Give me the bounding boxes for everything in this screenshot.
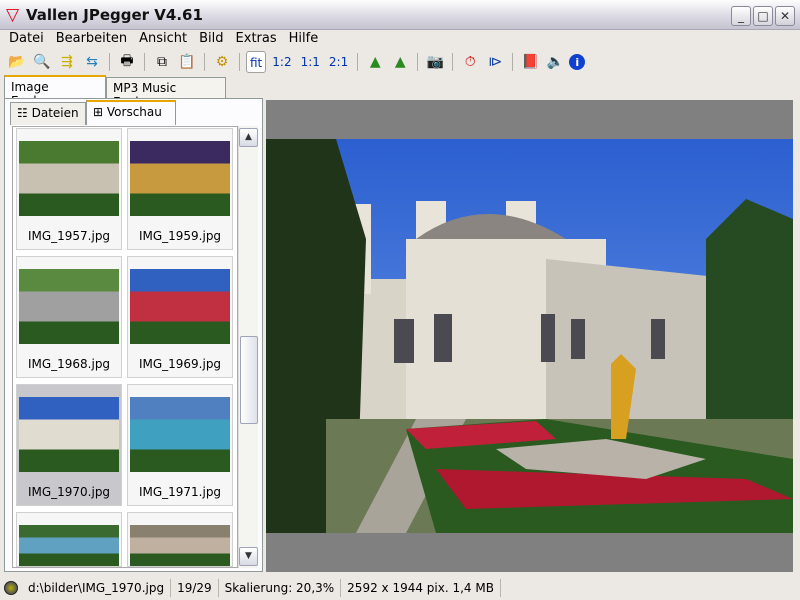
menu-ansicht[interactable]: Ansicht xyxy=(133,30,193,49)
thumbnail-image xyxy=(19,269,119,344)
separator xyxy=(109,53,110,71)
scroll-up-button[interactable]: ▲ xyxy=(239,128,258,147)
thumbnail-item[interactable]: IMG_1970.jpg xyxy=(16,384,122,506)
search-image-icon[interactable]: 🔍 xyxy=(31,51,53,73)
app-icon: ▽ xyxy=(6,5,20,25)
list-icon: ☷ xyxy=(17,106,28,120)
thumbnail-item[interactable]: IMG_1969.jpg xyxy=(127,256,233,378)
copy-icon[interactable]: ⧉ xyxy=(151,51,173,73)
thumbnail-item[interactable]: IMG_1971.jpg xyxy=(127,384,233,506)
thumbnail-image xyxy=(130,141,230,216)
thumbnail-image xyxy=(19,141,119,216)
thumbnail-scrollbar[interactable]: ▲ ▼ xyxy=(238,126,258,568)
separator xyxy=(357,53,359,71)
thumbnail-image xyxy=(130,525,230,566)
timer-icon[interactable]: ⏱ xyxy=(459,51,481,73)
thumbnail-label: IMG_1971.jpg xyxy=(138,485,222,499)
tab-mp3-music-explorer[interactable]: MP3 Music Explorer xyxy=(106,77,226,109)
thumbnail-label: IMG_1968.jpg xyxy=(27,357,111,371)
tab-dateien[interactable]: ☷ Dateien xyxy=(10,102,86,125)
toolbar: 📂 🔍 ⇶ ⇆ 🖶 ⧉ 📋 ⚙ fit 1:2 1:1 2:1 ▲ ▲ 📷 ⏱ … xyxy=(0,50,800,74)
menu-extras[interactable]: Extras xyxy=(230,30,283,49)
info-icon[interactable]: i xyxy=(569,54,586,70)
settings-icon[interactable]: ⚙ xyxy=(211,51,233,73)
close-button[interactable]: ✕ xyxy=(775,6,795,26)
thumbnail-label: IMG_1970.jpg xyxy=(27,485,111,499)
tab-vorschau[interactable]: ⊞ Vorschau xyxy=(86,100,176,125)
thumbnail-item[interactable] xyxy=(16,512,122,567)
separator xyxy=(204,53,205,71)
status-bar: d:\bilder\IMG_1970.jpg 19/29 Skalierung:… xyxy=(0,576,800,600)
separator xyxy=(144,53,145,71)
thumbnail-image xyxy=(130,397,230,472)
status-scale: Skalierung: 20,3% xyxy=(219,579,342,597)
batch-convert-icon[interactable]: ⇆ xyxy=(81,51,103,73)
slideshow-icon[interactable]: ⧐ xyxy=(484,51,506,73)
window-title: Vallen JPegger V4.61 xyxy=(26,6,203,24)
separator xyxy=(417,53,419,71)
scroll-thumb[interactable] xyxy=(240,336,258,424)
rotate-right-icon[interactable]: ▲ xyxy=(389,51,411,73)
thumbnail-item[interactable]: IMG_1968.jpg xyxy=(16,256,122,378)
book-icon[interactable]: 📕 xyxy=(519,51,541,73)
maximize-button[interactable]: □ xyxy=(753,6,773,26)
thumbnail-grid: IMG_1957.jpg IMG_1959.jpg IMG_1968.jpg IMG_… xyxy=(12,126,238,568)
camera-icon[interactable]: 📷 xyxy=(424,51,446,73)
thumbnail-image xyxy=(19,525,119,566)
minimize-button[interactable]: _ xyxy=(731,6,751,26)
separator xyxy=(512,53,514,71)
status-led-icon xyxy=(4,581,18,595)
zoom-1-2-button[interactable]: 1:2 xyxy=(269,51,294,73)
tab-image-explorer[interactable]: Image Explorer xyxy=(4,75,106,108)
zoom-2-1-button[interactable]: 2:1 xyxy=(326,51,351,73)
thumbnail-item[interactable]: IMG_1957.jpg xyxy=(16,128,122,250)
separator xyxy=(239,53,240,71)
separator xyxy=(452,53,454,71)
menu-bild[interactable]: Bild xyxy=(193,30,229,49)
title-bar: ▽ Vallen JPegger V4.61 _ □ ✕ xyxy=(0,0,800,30)
status-path: d:\bilder\IMG_1970.jpg xyxy=(22,579,172,597)
menu-hilfe[interactable]: Hilfe xyxy=(283,30,325,49)
thumbnail-image xyxy=(130,269,230,344)
thumbnail-label: IMG_1969.jpg xyxy=(138,357,222,371)
thumbnail-item[interactable]: IMG_1959.jpg xyxy=(127,128,233,250)
thumbnails-icon: ⊞ xyxy=(93,105,104,119)
print-icon[interactable]: 🖶 xyxy=(116,51,138,73)
move-files-icon[interactable]: ⇶ xyxy=(56,51,78,73)
thumbnail-label: IMG_1957.jpg xyxy=(27,229,111,243)
tab-vorschau-label: Vorschau xyxy=(106,105,162,119)
open-folder-icon[interactable]: 📂 xyxy=(6,51,28,73)
status-position: 19/29 xyxy=(171,579,219,597)
zoom-1-1-button[interactable]: 1:1 xyxy=(298,51,323,73)
tab-dateien-label: Dateien xyxy=(31,106,79,120)
menu-datei[interactable]: Datei xyxy=(3,30,50,49)
scroll-down-button[interactable]: ▼ xyxy=(239,547,258,566)
speaker-icon[interactable]: 🔈 xyxy=(544,51,566,73)
preview-image[interactable] xyxy=(266,139,793,533)
menu-bearbeiten[interactable]: Bearbeiten xyxy=(50,30,133,49)
thumbnail-label: IMG_1959.jpg xyxy=(138,229,222,243)
thumbnail-image xyxy=(19,397,119,472)
status-image-info: 2592 x 1944 pix. 1,4 MB xyxy=(341,579,501,597)
zoom-fit-button[interactable]: fit xyxy=(246,51,267,73)
rotate-left-icon[interactable]: ▲ xyxy=(364,51,386,73)
paste-icon[interactable]: 📋 xyxy=(176,51,198,73)
thumbnail-item[interactable] xyxy=(127,512,233,567)
menu-bar: Datei Bearbeiten Ansicht Bild Extras Hil… xyxy=(0,30,800,49)
